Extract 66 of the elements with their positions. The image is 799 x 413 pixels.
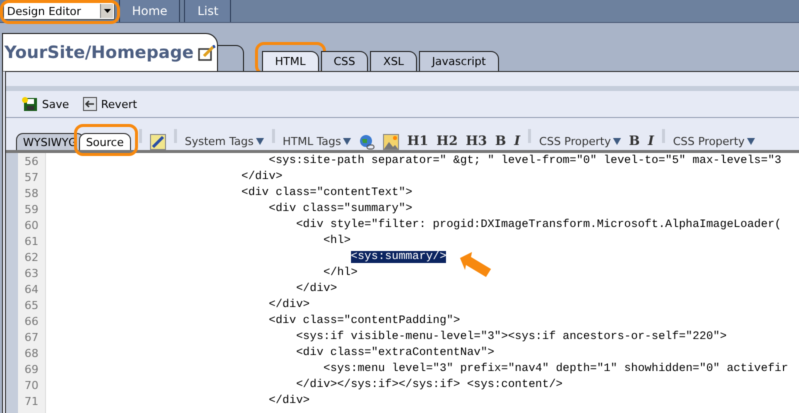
code-line: </div> — [241, 171, 282, 183]
line-number: 70 — [24, 378, 40, 393]
file-tab[interactable]: XSL — [370, 51, 417, 71]
italic-button[interactable]: I — [514, 132, 520, 150]
heading-button[interactable]: H3 — [466, 132, 488, 150]
file-tab[interactable]: Javascript — [418, 51, 499, 71]
dropdown-arrow-icon — [104, 9, 110, 13]
code-line: </div></sys:if></sys:if> <sys:content/> — [296, 379, 563, 391]
mode-dropdown[interactable]: Design Editor — [3, 2, 115, 20]
dropdown-triangle-icon — [612, 138, 621, 144]
line-number: 68 — [24, 346, 40, 361]
dropdown-menu[interactable]: CSS Property — [672, 132, 755, 150]
line-number: 66 — [24, 314, 40, 329]
nav-button[interactable]: List — [184, 0, 232, 22]
line-number: 62 — [24, 250, 40, 265]
code-line: </div> — [296, 283, 338, 295]
code-line: <div class="contentText"> — [241, 187, 412, 199]
globe-link-icon[interactable] — [359, 134, 376, 150]
code-line: <sys:if visible-menu-level="3"><sys:if ancestors-or-self="220"> — [296, 331, 727, 343]
code-line: <div style="filter: progid:DXImageTransform.Microsoft.AlphaImageLoader( — [296, 219, 782, 231]
line-number: 57 — [24, 170, 40, 185]
image-icon[interactable] — [383, 134, 400, 150]
revert-button[interactable]: Revert — [83, 97, 138, 111]
dropdown-menu[interactable]: CSS Property — [539, 132, 621, 150]
bold-button[interactable]: B — [495, 132, 506, 150]
nav-button[interactable]: Home — [119, 0, 180, 22]
line-number: 59 — [24, 202, 40, 217]
heading-button[interactable]: H1 — [407, 132, 428, 150]
code-line: </hl> — [323, 267, 358, 279]
code-line: <sys:menu level="3" prefix="nav4" depth="1" showhidden="0" activefir — [323, 363, 788, 375]
dropdown-triangle-icon — [256, 138, 264, 144]
page-title: YourSite/Homepage — [4, 42, 194, 62]
dropdown-menu[interactable]: System Tags — [184, 132, 264, 150]
save-button[interactable]: Save — [22, 96, 70, 112]
code-line: </div> — [268, 395, 310, 407]
line-number: 63 — [24, 266, 40, 281]
code-line: <hl> — [323, 235, 351, 247]
edit-icon[interactable] — [198, 44, 216, 60]
page-tab[interactable]: YourSite/Homepage — [2, 33, 218, 71]
bold-button[interactable]: B — [628, 132, 640, 150]
line-number: 56 — [24, 154, 40, 169]
code-line: <sys:site-path separator=" &gt; " level-from="0" level-to="5" max-levels="3 — [268, 155, 782, 167]
line-number: 64 — [24, 282, 40, 297]
pointer-arrow-icon — [458, 250, 492, 280]
empty-tab[interactable] — [218, 45, 244, 71]
line-number: 67 — [24, 330, 40, 345]
line-number: 65 — [24, 298, 40, 313]
view-tab[interactable]: Source — [78, 133, 131, 150]
code-line: <div class="contentPadding"> — [268, 315, 460, 327]
line-number: 71 — [24, 394, 40, 409]
file-tab[interactable]: CSS — [320, 51, 368, 71]
file-tab[interactable]: HTML — [262, 51, 319, 71]
line-number: 69 — [24, 362, 40, 377]
code-line: <div class="summary"> — [268, 203, 412, 215]
dropdown-triangle-icon — [343, 138, 352, 144]
code-line: <div class="extraContentNav"> — [296, 347, 494, 359]
line-number: 60 — [24, 218, 40, 233]
pen-icon[interactable] — [150, 134, 166, 150]
line-number: 58 — [24, 186, 40, 201]
dropdown-menu[interactable]: HTML Tags — [282, 132, 352, 150]
line-number: 61 — [24, 234, 40, 249]
italic-button[interactable]: I — [648, 132, 654, 150]
heading-button[interactable]: H2 — [436, 132, 458, 150]
dropdown-triangle-icon — [746, 138, 755, 144]
code-line: </div> — [268, 299, 310, 311]
revert-icon — [83, 97, 98, 111]
